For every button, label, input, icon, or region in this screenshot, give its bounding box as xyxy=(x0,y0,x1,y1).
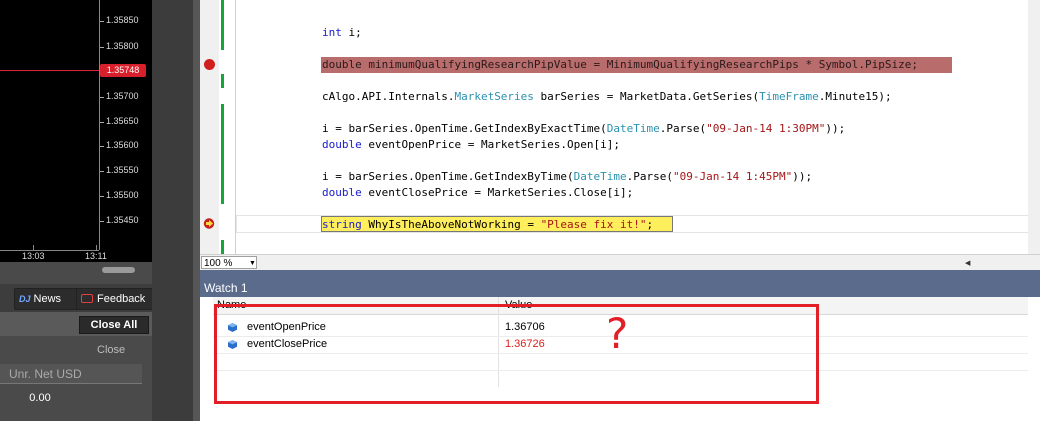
close-all-button[interactable]: Close All xyxy=(79,316,149,334)
annotation-highlight-box xyxy=(214,304,819,404)
current-price-badge: 1.35748 xyxy=(100,64,146,77)
change-indicator xyxy=(221,74,224,88)
price-label: 1.35550 xyxy=(106,165,139,175)
code-line: int i; xyxy=(322,26,362,39)
price-tick xyxy=(100,196,104,197)
code-line: i = barSeries.OpenTime.GetIndexByTime(Da… xyxy=(322,170,813,183)
code-line: double eventOpenPrice = MarketSeries.Ope… xyxy=(322,138,621,151)
unrealized-net-value: 0.00 xyxy=(29,392,51,404)
time-label: 13:11 xyxy=(85,251,107,261)
code-line: i = barSeries.OpenTime.GetIndexByExactTi… xyxy=(322,122,846,135)
code-line: double eventClosePrice = MarketSeries.Cl… xyxy=(322,186,634,199)
close-button[interactable]: Close xyxy=(97,344,125,356)
price-tick xyxy=(100,97,104,98)
price-tick xyxy=(100,221,104,222)
change-indicator xyxy=(221,104,224,204)
dj-logo-icon: DJ xyxy=(19,294,31,304)
scroll-left-icon[interactable]: ◀ xyxy=(965,259,970,267)
price-tick xyxy=(100,146,104,147)
watch-title: Watch 1 xyxy=(204,281,248,295)
news-label: News xyxy=(33,293,62,305)
price-label: 1.35450 xyxy=(106,215,139,225)
price-label: 1.35500 xyxy=(106,190,139,200)
feedback-label: Feedback xyxy=(97,293,146,305)
zoom-select[interactable]: 100 % ▼ xyxy=(201,256,257,269)
price-label: 1.35800 xyxy=(106,41,139,51)
price-tick xyxy=(100,171,104,172)
zoom-value: 100 % xyxy=(204,258,233,269)
price-label: 1.35850 xyxy=(106,15,139,25)
news-button[interactable]: DJ News xyxy=(14,288,80,310)
speech-bubble-icon xyxy=(81,294,93,303)
current-price-line xyxy=(0,70,99,71)
chart-scrollbar[interactable] xyxy=(102,267,135,273)
execution-arrow-icon xyxy=(203,218,215,229)
change-indicator xyxy=(221,0,224,50)
tool-window-border xyxy=(200,270,1040,278)
feedback-button[interactable]: Feedback xyxy=(76,288,158,310)
annotation-question-mark: ? xyxy=(606,309,629,358)
unrealized-net-field: Unr. Net USD xyxy=(0,364,142,384)
price-chart[interactable]: 1.35850 1.35800 1.35700 1.35650 1.35600 … xyxy=(0,0,152,262)
change-indicator xyxy=(221,240,224,254)
price-label: 1.35700 xyxy=(106,91,139,101)
price-tick xyxy=(100,21,104,22)
price-tick xyxy=(100,47,104,48)
editor-status-bar: 100 % ▼ ◀ xyxy=(200,254,1040,271)
chevron-down-icon: ▼ xyxy=(249,260,256,267)
code-line-current: string WhyIsTheAboveNotWorking = "Please… xyxy=(322,218,654,231)
price-label: 1.35600 xyxy=(106,140,139,150)
time-tick xyxy=(96,245,97,250)
code-line-breakpoint: double minimumQualifyingResearchPipValue… xyxy=(322,58,919,71)
trading-panel: 1.35850 1.35800 1.35700 1.35650 1.35600 … xyxy=(0,0,158,421)
price-tick xyxy=(100,122,104,123)
time-label: 13:03 xyxy=(22,251,45,261)
vertical-scrollbar[interactable] xyxy=(1028,0,1040,254)
code-line: cAlgo.API.Internals.MarketSeries barSeri… xyxy=(322,90,892,103)
breakpoint-margin[interactable] xyxy=(200,0,219,254)
price-label: 1.35650 xyxy=(106,116,139,126)
watch-titlebar[interactable]: Watch 1 xyxy=(200,278,1040,297)
code-editor[interactable]: int i; double minimumQualifyingResearchP… xyxy=(200,0,1040,254)
panel-splitter-edge[interactable] xyxy=(193,0,200,421)
time-tick xyxy=(33,245,34,250)
chart-plot-area[interactable] xyxy=(0,0,100,250)
breakpoint-icon[interactable] xyxy=(204,59,215,70)
